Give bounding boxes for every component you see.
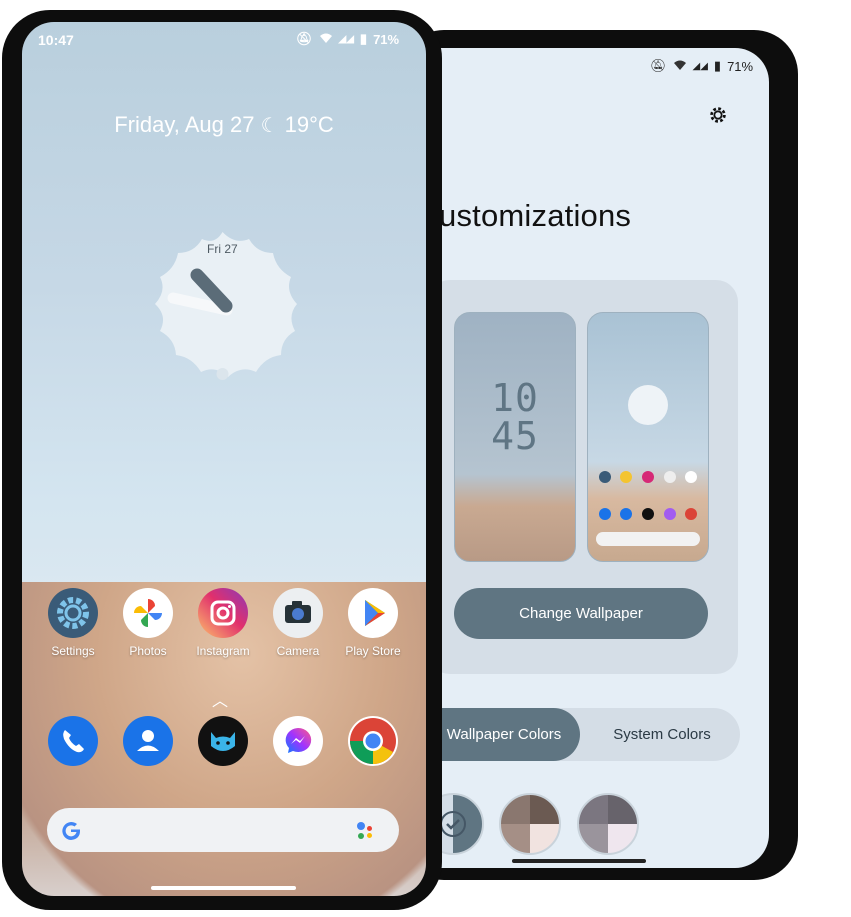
phone-icon [48,716,98,766]
status-bar-icons: 🔕︎ ◢◢ ▮ 71% [296,31,399,47]
app-settings[interactable]: Settings [38,588,108,658]
lock-preview-minute: 45 [491,414,539,458]
color-swatch-gray[interactable] [577,793,639,855]
mini-contacts-icon [620,508,632,520]
navigation-handle[interactable] [151,886,296,890]
wifi-icon [673,59,687,74]
app-instagram[interactable]: Instagram [188,588,258,658]
mute-icon: 🔕︎ [650,58,667,73]
color-swatch-brown[interactable] [499,793,561,855]
mini-search-bar [596,532,700,546]
mini-instagram-icon [642,471,654,483]
mini-messenger-icon [664,508,676,520]
battery-icon: ▮ [713,58,722,73]
battery-percent: 71% [727,58,754,74]
app-photos[interactable]: Photos [113,588,183,658]
date-text: Friday, Aug 27 [114,112,255,137]
photos-pinwheel-icon [123,588,173,638]
battery-percent: 71% [373,31,400,47]
at-a-glance[interactable]: Friday, Aug 27 ☾ 19°C [22,112,426,138]
mini-clock-widget [628,385,668,425]
status-bar: 🔕︎ ◢◢ ▮ 71% [650,58,753,74]
app-camera[interactable]: Camera [263,588,333,658]
customization-screen: 🔕︎ ◢◢ ▮ 71% ustomizations 10 45 Change W… [424,48,769,868]
assistant-dots-icon[interactable] [357,821,381,841]
lock-preview-clock: 10 45 [455,379,575,455]
chrome-icon [348,716,398,766]
dock-contacts[interactable] [113,716,183,766]
settings-gear-icon[interactable] [707,104,729,131]
contacts-icon [123,716,173,766]
battery-icon: ▮ [359,31,368,46]
lock-preview-hour: 10 [491,376,539,420]
lock-screen-preview[interactable]: 10 45 [454,312,576,562]
google-g-icon [59,819,83,848]
temperature-text: 19°C [284,112,334,137]
play-store-icon [348,588,398,638]
mini-play-store-icon [685,471,697,483]
page-title: ustomizations [439,198,632,233]
google-search-bar[interactable] [47,808,399,852]
dock-messenger[interactable] [263,716,333,766]
cat-app-icon [198,716,248,766]
mini-camera-icon [664,471,676,483]
signal-icon: ◢◢ [692,60,708,72]
app-label: Camera [276,644,320,658]
mute-icon: 🔕︎ [296,31,313,46]
navigation-handle[interactable] [512,859,646,863]
tab-wallpaper-colors[interactable]: Wallpaper Colors [428,708,580,761]
tab-system-colors[interactable]: System Colors [584,708,740,761]
mini-chrome-icon [685,508,697,520]
status-time: 10:47 [38,32,74,48]
app-drawer-chevron-icon[interactable]: ︿ [212,687,228,711]
wifi-icon [319,32,333,47]
mini-settings-icon [599,471,611,483]
app-label: Photos [129,644,167,658]
mini-photos-icon [620,471,632,483]
app-play-store[interactable]: Play Store [338,588,408,658]
mini-cat-icon [642,508,654,520]
home-screen-preview[interactable] [587,312,709,562]
app-label: Instagram [196,644,250,658]
clock-widget-date: Fri 27 [207,242,238,256]
dock-cat-app[interactable] [188,716,258,766]
signal-icon: ◢◢ [338,33,354,45]
mini-phone-icon [599,508,611,520]
instagram-icon [198,588,248,638]
moon-icon: ☾ [260,115,279,137]
dock-chrome[interactable] [338,716,408,766]
dock-phone[interactable] [38,716,108,766]
change-wallpaper-button[interactable]: Change Wallpaper [454,588,708,639]
home-screen: 10:47 🔕︎ ◢◢ ▮ 71% Friday, Aug 27 ☾ 19°C … [22,22,426,896]
app-label: Settings [51,644,95,658]
camera-icon [273,588,323,638]
messenger-icon [273,716,323,766]
app-label: Play Store [345,644,401,658]
settings-gear-icon [48,588,98,638]
